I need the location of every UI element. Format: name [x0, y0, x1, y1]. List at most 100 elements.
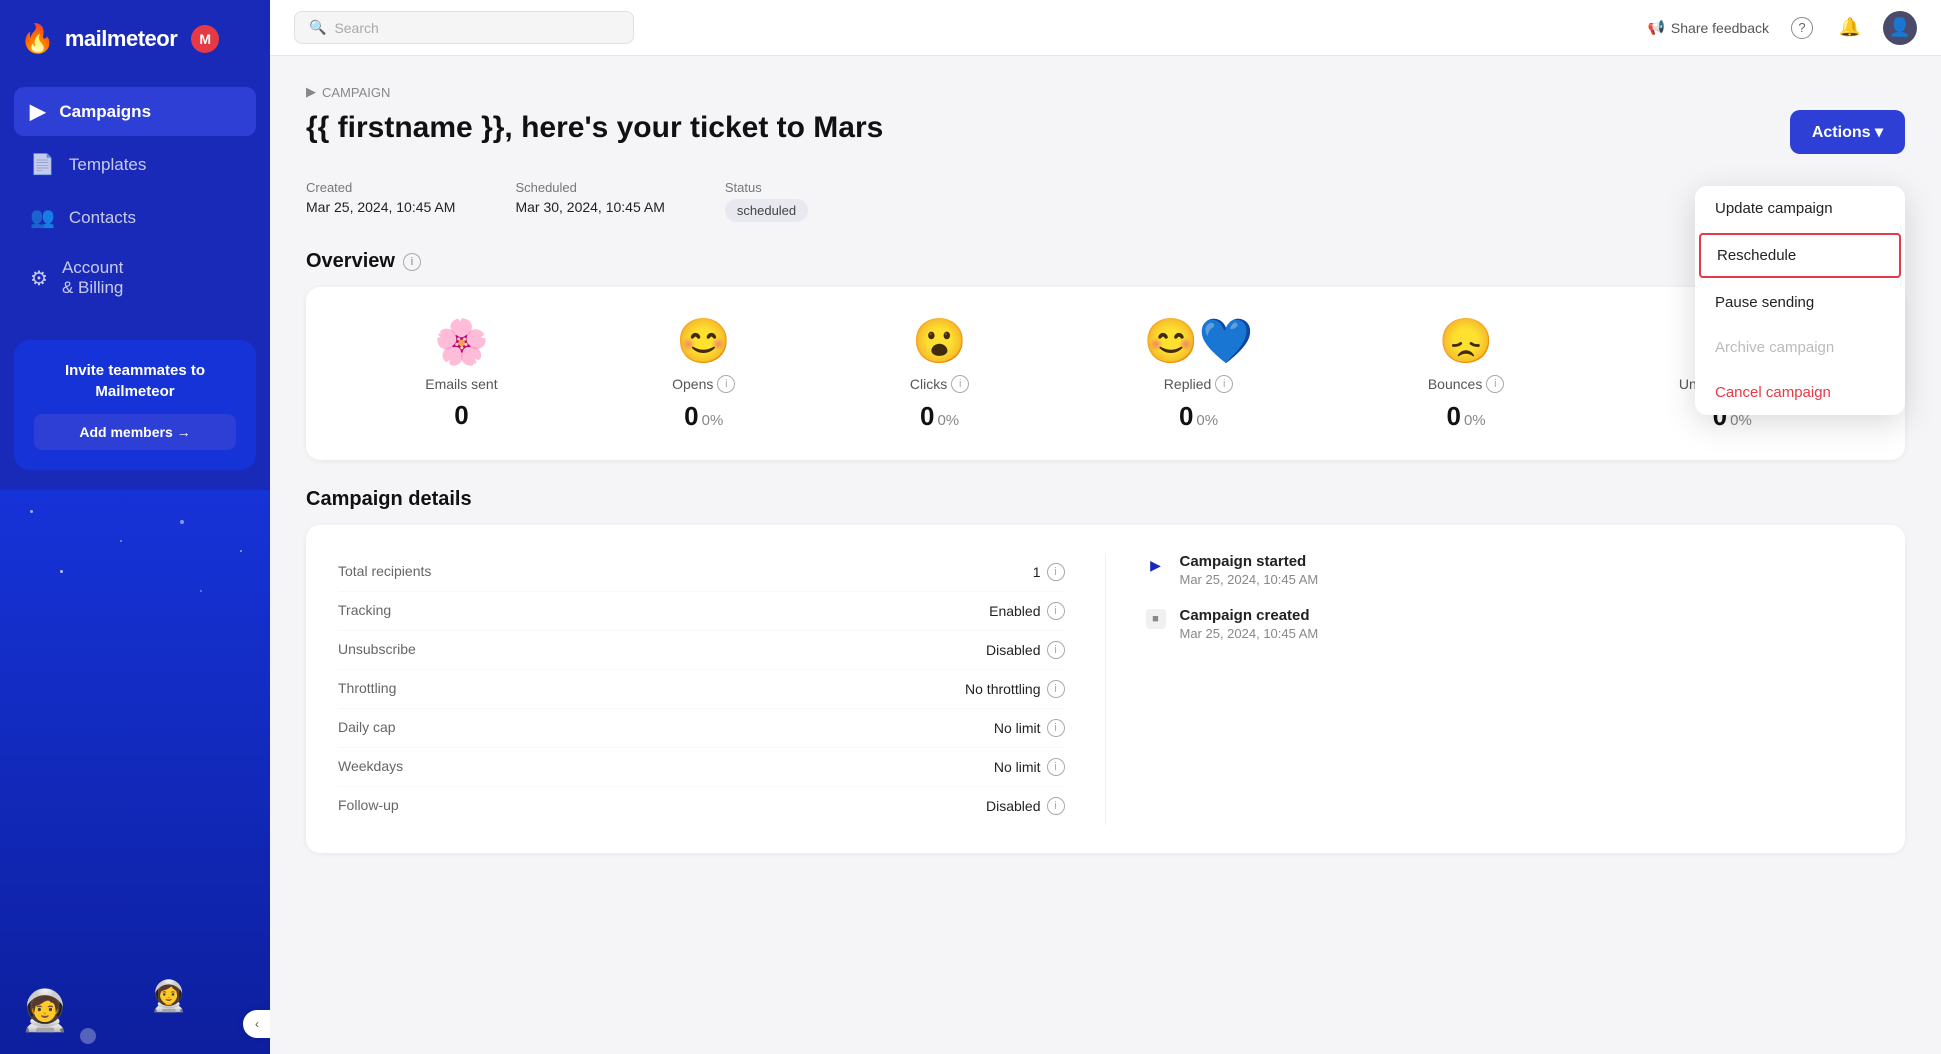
overview-card: 🌸 Emails sent 0 😊 Opens i 0 0% — [306, 287, 1905, 460]
detail-row-recipients: Total recipients 1 i — [338, 553, 1065, 592]
help-icon: ? — [1791, 17, 1813, 39]
sidebar-item-campaigns[interactable]: ▶ Campaigns — [14, 87, 256, 136]
illustration-figure-1: 🧑‍🚀 — [20, 987, 70, 1034]
recipients-info-icon[interactable]: i — [1047, 563, 1065, 581]
opens-label: Opens i — [672, 375, 735, 393]
details-right: ▶ Campaign started Mar 25, 2024, 10:45 A… — [1106, 553, 1874, 825]
created-value: Mar 25, 2024, 10:45 AM — [306, 199, 455, 215]
scheduled-value: Mar 30, 2024, 10:45 AM — [515, 199, 664, 215]
invite-title: Invite teammates to Mailmeteor — [34, 360, 236, 402]
clicks-emoji: 😮 — [912, 315, 967, 367]
logo-badge: M — [191, 25, 219, 53]
page-title: {{ firstname }}, here's your ticket to M… — [306, 110, 883, 146]
dropdown-item-reschedule[interactable]: Reschedule — [1699, 233, 1901, 278]
topbar: 🔍 Search 📢 Share feedback ? 🔔 👤 — [270, 0, 1941, 56]
dropdown-item-archive: Archive campaign — [1695, 325, 1905, 370]
avatar[interactable]: 👤 — [1883, 11, 1917, 45]
opens-emoji: 😊 — [676, 315, 731, 367]
timeline-arrow-icon: ▶ — [1146, 555, 1166, 575]
metric-clicks: 😮 Clicks i 0 0% — [910, 315, 969, 432]
overview-info-icon[interactable]: i — [403, 253, 421, 271]
clicks-info-icon[interactable]: i — [951, 375, 969, 393]
templates-icon: 📄 — [30, 152, 55, 177]
dropdown-item-cancel[interactable]: Cancel campaign — [1695, 370, 1905, 415]
replied-info-icon[interactable]: i — [1215, 375, 1233, 393]
clicks-value: 0 0% — [920, 401, 959, 432]
contacts-icon: 👥 — [30, 205, 55, 230]
detail-row-tracking: Tracking Enabled i — [338, 592, 1065, 631]
opens-info-icon[interactable]: i — [717, 375, 735, 393]
metric-bounces: 😞 Bounces i 0 0% — [1428, 315, 1504, 432]
sidebar-item-label: Contacts — [69, 208, 136, 228]
sidebar-illustration: 🧑‍🚀 👩‍🚀 — [0, 490, 270, 1054]
sidebar-collapse-button[interactable]: ‹ — [243, 1010, 270, 1038]
help-button[interactable]: ? — [1787, 13, 1817, 43]
bounces-info-icon[interactable]: i — [1486, 375, 1504, 393]
throttling-info-icon[interactable]: i — [1047, 680, 1065, 698]
scheduled-meta: Scheduled Mar 30, 2024, 10:45 AM — [515, 180, 664, 222]
created-meta: Created Mar 25, 2024, 10:45 AM — [306, 180, 455, 222]
daily-cap-info-icon[interactable]: i — [1047, 719, 1065, 737]
replied-label: Replied i — [1164, 375, 1233, 393]
notifications-button[interactable]: 🔔 — [1835, 13, 1865, 43]
timeline-square-icon: ■ — [1146, 609, 1166, 629]
weekdays-info-icon[interactable]: i — [1047, 758, 1065, 776]
illustration-figure-2: 👩‍🚀 — [150, 979, 187, 1014]
dropdown-menu: Update campaign Reschedule Pause sending… — [1695, 186, 1905, 415]
page-header: {{ firstname }}, here's your ticket to M… — [306, 110, 1905, 154]
status-badge: scheduled — [725, 199, 808, 222]
dropdown-item-update[interactable]: Update campaign — [1695, 186, 1905, 231]
sidebar-item-label: Account& Billing — [62, 258, 123, 298]
followup-info-icon[interactable]: i — [1047, 797, 1065, 815]
sidebar-item-account[interactable]: ⚙ Account& Billing — [14, 246, 256, 310]
timeline-item-created: ■ Campaign created Mar 25, 2024, 10:45 A… — [1146, 607, 1874, 641]
add-members-button[interactable]: Add members → — [34, 414, 236, 450]
sidebar-item-contacts[interactable]: 👥 Contacts — [14, 193, 256, 242]
sidebar-item-templates[interactable]: 📄 Templates — [14, 140, 256, 189]
actions-button[interactable]: Actions ▾ — [1790, 110, 1905, 154]
account-icon: ⚙ — [30, 266, 48, 291]
share-feedback-button[interactable]: 📢 Share feedback — [1647, 19, 1769, 36]
detail-row-daily-cap: Daily cap No limit i — [338, 709, 1065, 748]
timeline-item-started: ▶ Campaign started Mar 25, 2024, 10:45 A… — [1146, 553, 1874, 587]
logo-flame: 🔥 — [20, 22, 55, 55]
timeline-content-started: Campaign started Mar 25, 2024, 10:45 AM — [1180, 553, 1319, 587]
emails-sent-label: Emails sent — [425, 376, 497, 392]
tracking-info-icon[interactable]: i — [1047, 602, 1065, 620]
replied-emoji: 😊💙 — [1144, 315, 1254, 367]
search-icon: 🔍 — [309, 19, 326, 36]
detail-row-unsubscribe: Unsubscribe Disabled i — [338, 631, 1065, 670]
details-left: Total recipients 1 i Tracking Enabled i … — [338, 553, 1106, 825]
dropdown-item-pause[interactable]: Pause sending — [1695, 280, 1905, 325]
detail-row-throttling: Throttling No throttling i — [338, 670, 1065, 709]
unsubscribe-info-icon[interactable]: i — [1047, 641, 1065, 659]
detail-row-followup: Follow-up Disabled i — [338, 787, 1065, 825]
detail-row-weekdays: Weekdays No limit i — [338, 748, 1065, 787]
breadcrumb-label: CAMPAIGN — [322, 85, 390, 100]
logo: 🔥 mailmeteor M — [0, 0, 270, 77]
opens-value: 0 0% — [684, 401, 723, 432]
sidebar-item-label: Campaigns — [59, 102, 151, 122]
metric-replied: 😊💙 Replied i 0 0% — [1144, 315, 1254, 432]
actions-dropdown: Update campaign Reschedule Pause sending… — [1695, 186, 1905, 415]
emails-sent-emoji: 🌸 — [434, 316, 489, 368]
metric-opens: 😊 Opens i 0 0% — [672, 315, 735, 432]
search-placeholder: Search — [334, 20, 378, 36]
emails-sent-value: 0 — [454, 400, 468, 431]
main-content: 🔍 Search 📢 Share feedback ? 🔔 👤 ▶ CAMPAI… — [270, 0, 1941, 1054]
timeline: ▶ Campaign started Mar 25, 2024, 10:45 A… — [1146, 553, 1874, 641]
page-content: ▶ CAMPAIGN {{ firstname }}, here's your … — [270, 56, 1941, 1054]
details-card: Total recipients 1 i Tracking Enabled i … — [306, 525, 1905, 853]
sidebar: 🔥 mailmeteor M ▶ Campaigns 📄 Templates 👥… — [0, 0, 270, 1054]
clicks-label: Clicks i — [910, 375, 969, 393]
sidebar-item-label: Templates — [69, 155, 146, 175]
overview-section-title: Overview i — [306, 250, 1905, 273]
search-box[interactable]: 🔍 Search — [294, 11, 634, 44]
replied-value: 0 0% — [1179, 401, 1218, 432]
megaphone-icon: 📢 — [1647, 19, 1664, 36]
breadcrumb: ▶ CAMPAIGN — [306, 84, 1905, 100]
metric-emails-sent: 🌸 Emails sent 0 — [425, 316, 497, 431]
campaigns-icon: ▶ — [30, 99, 45, 124]
meta-row: Created Mar 25, 2024, 10:45 AM Scheduled… — [306, 180, 1905, 222]
bounces-label: Bounces i — [1428, 375, 1504, 393]
